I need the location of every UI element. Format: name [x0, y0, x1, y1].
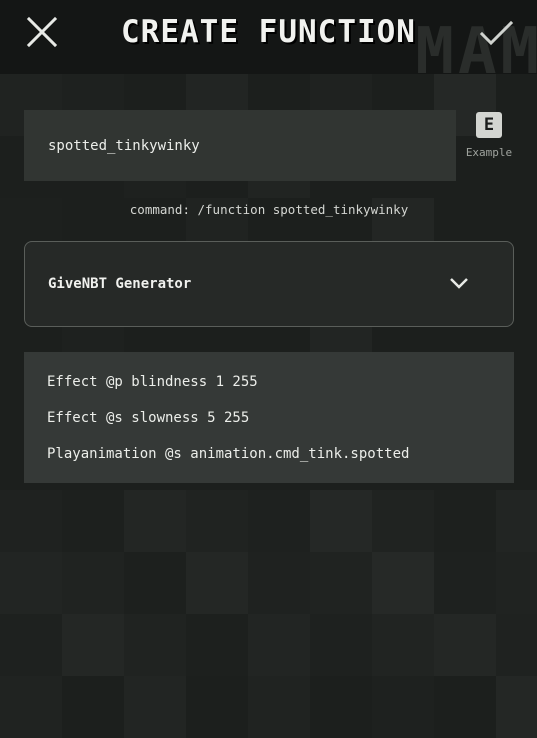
header-bar: MAM CREATE FUNCTION	[0, 0, 537, 84]
function-name-input[interactable]	[48, 137, 456, 154]
background-mosaic	[0, 0, 537, 738]
confirm-button[interactable]	[477, 14, 517, 54]
example-label: Example	[465, 146, 513, 159]
checkmark-icon	[479, 20, 514, 46]
commands-editor[interactable]: Effect @p blindness 1 255 Effect @s slow…	[24, 352, 514, 483]
command-preview: command: /function spotted_tinkywinky	[129, 202, 409, 217]
command-line-1: Effect @p blindness 1 255	[47, 374, 258, 390]
command-line-2: Effect @s slowness 5 255	[47, 410, 250, 426]
function-name-field[interactable]	[24, 110, 456, 181]
page-title: CREATE FUNCTION	[121, 14, 416, 50]
example-button[interactable]: E Example	[460, 112, 518, 159]
generator-dropdown-label: GiveNBT Generator	[48, 276, 192, 292]
chevron-down-icon	[450, 278, 468, 289]
generator-dropdown[interactable]: GiveNBT Generator	[24, 241, 514, 327]
example-key-badge: E	[476, 112, 502, 138]
command-line-3: Playanimation @s animation.cmd_tink.spot…	[47, 446, 410, 462]
